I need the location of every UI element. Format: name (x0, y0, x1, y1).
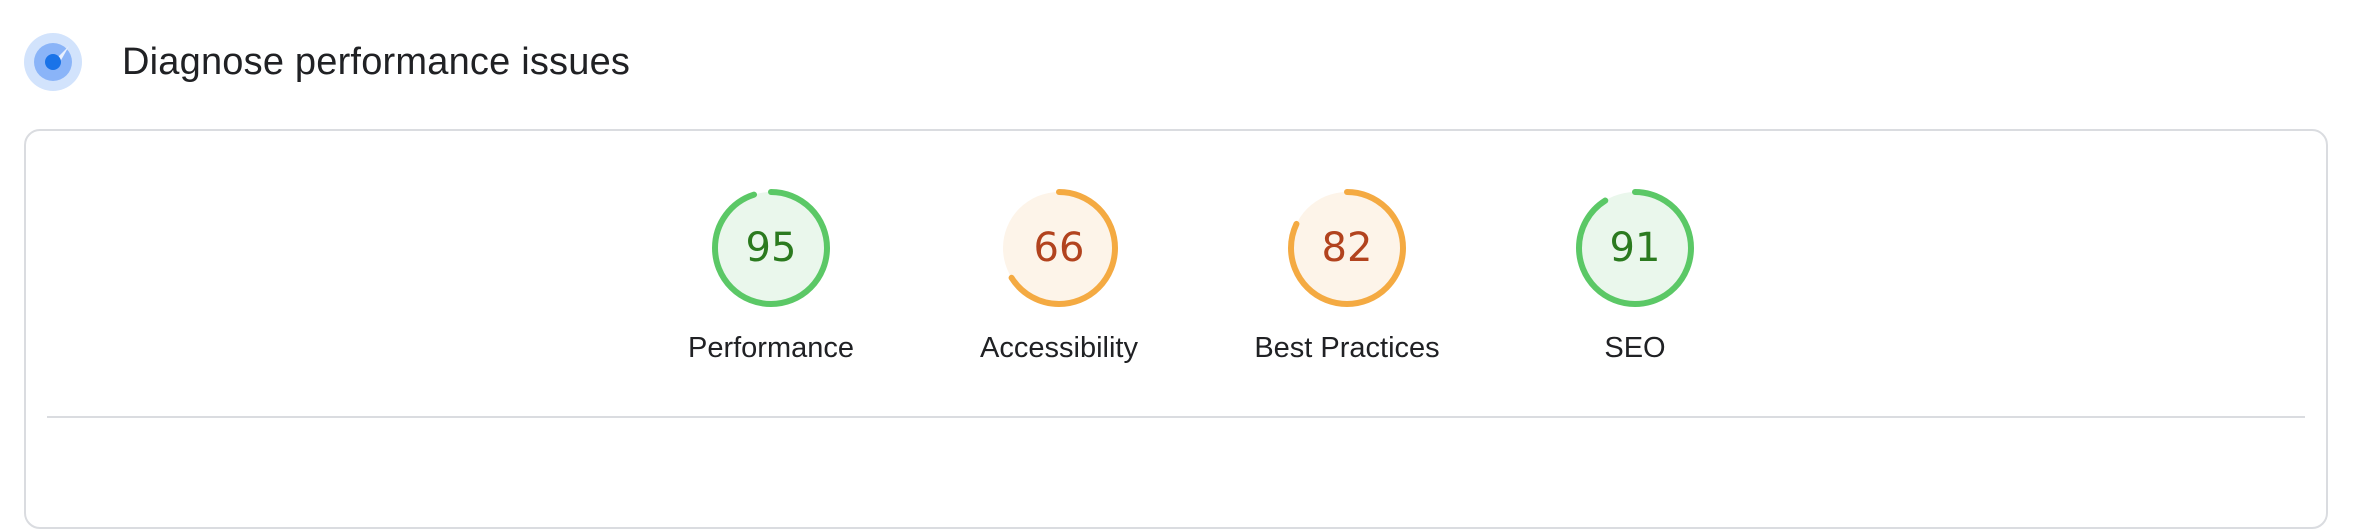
gauge-label: Best Practices (1254, 332, 1440, 364)
gauge-label: Performance (687, 332, 854, 364)
gauge-icon (24, 33, 82, 91)
gauge-seo[interactable]: 91 SEO (1515, 186, 1755, 365)
score-value: 95 (746, 225, 797, 271)
scores-card: 95 Performance 66 Accessibility 82 Best … (24, 129, 2328, 529)
score-gauge-ring: 82 (1288, 189, 1406, 307)
page-title: Diagnose performance issues (122, 40, 631, 83)
section-header: Diagnose performance issues (24, 32, 630, 92)
score-value: 91 (1610, 225, 1661, 271)
score-value: 82 (1322, 225, 1373, 271)
score-gauge-ring: 66 (1000, 189, 1118, 307)
score-gauge-ring: 91 (1576, 189, 1694, 307)
score-value: 66 (1034, 225, 1085, 271)
score-gauges: 95 Performance 66 Accessibility 82 Best … (26, 186, 2326, 376)
gauge-best-practices[interactable]: 82 Best Practices (1227, 186, 1467, 365)
divider (47, 416, 2305, 418)
gauge-performance[interactable]: 95 Performance (651, 186, 891, 365)
score-gauge-ring: 95 (712, 189, 830, 307)
gauge-label: SEO (1604, 332, 1666, 364)
gauge-accessibility[interactable]: 66 Accessibility (939, 186, 1179, 365)
gauge-label: Accessibility (980, 332, 1138, 364)
